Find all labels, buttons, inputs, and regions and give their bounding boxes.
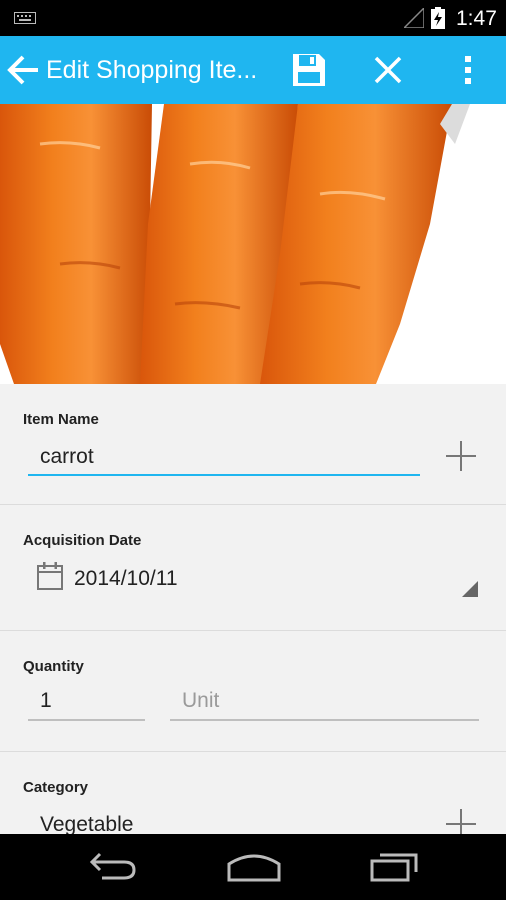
quantity-section: Quantity 1 Unit [0,631,506,752]
category-section: Category Vegetable [0,752,506,834]
unit-underline [170,719,479,721]
overflow-menu-icon[interactable] [458,52,478,88]
screen-title: Edit Shopping Ite... [46,56,258,84]
edit-form: Item Name carrot Acquisition Date 2014/1… [0,384,506,834]
back-arrow-icon[interactable] [6,53,42,87]
navigation-bar [0,834,506,900]
carrot-image [0,104,506,384]
dropdown-triangle-icon[interactable] [462,581,478,597]
battery-charging-icon [431,7,445,29]
nav-back-icon[interactable] [88,852,138,882]
category-label: Category [23,779,89,796]
signal-icon [404,8,424,28]
quantity-label: Quantity [23,658,84,675]
save-icon[interactable] [291,52,327,88]
keyboard-icon [14,12,36,24]
quantity-underline [28,719,145,721]
action-bar: Edit Shopping Ite... [0,36,506,104]
status-time: 1:47 [456,7,497,30]
nav-home-icon[interactable] [227,852,281,882]
item-name-input[interactable]: carrot [40,445,94,469]
item-name-section: Item Name carrot [0,384,506,505]
acquisition-date-spinner[interactable]: 2014/10/11 [74,567,178,591]
category-spinner[interactable]: Vegetable [40,813,133,834]
nav-recents-icon[interactable] [370,852,420,882]
item-name-label: Item Name [23,411,99,428]
acquisition-date-label: Acquisition Date [23,532,142,549]
quantity-input[interactable]: 1 [40,689,52,713]
item-name-underline [28,474,420,476]
calendar-icon [37,562,63,590]
add-category-icon[interactable] [444,807,478,834]
acquisition-date-section: Acquisition Date 2014/10/11 [0,505,506,631]
add-item-name-icon[interactable] [444,439,478,473]
unit-input[interactable]: Unit [182,689,219,713]
item-photo[interactable] [0,104,506,384]
close-icon[interactable] [372,54,404,86]
status-bar: 1:47 [0,0,506,36]
